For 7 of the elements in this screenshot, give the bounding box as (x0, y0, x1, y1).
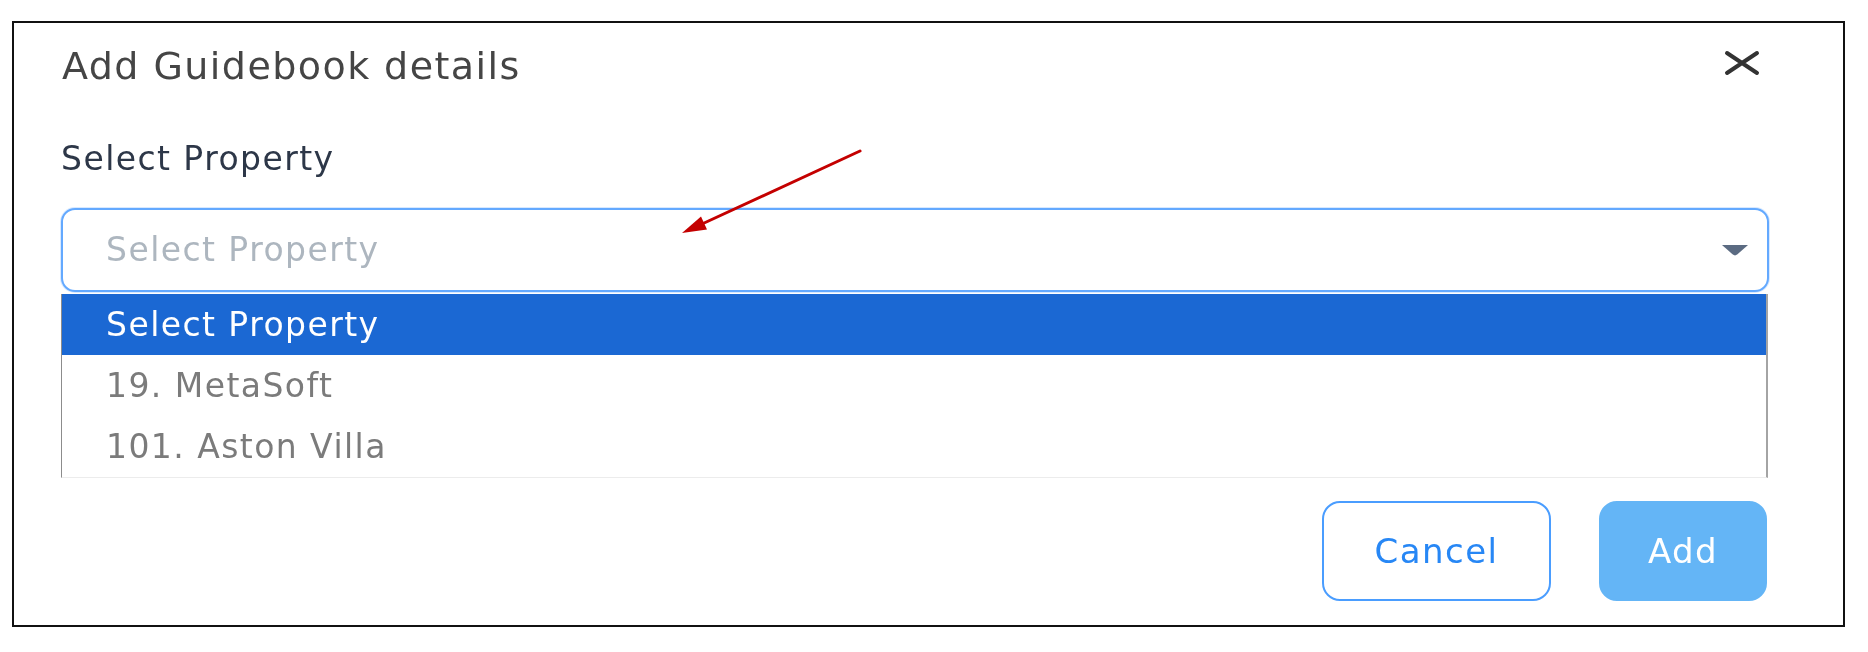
close-icon (1724, 50, 1760, 76)
close-button[interactable] (1724, 50, 1760, 76)
caret-icon (1722, 244, 1748, 256)
dialog-title: Add Guidebook details (62, 43, 521, 90)
field-label: Select Property (61, 139, 335, 179)
dropdown-option[interactable]: Select Property (62, 294, 1766, 355)
cancel-button[interactable]: Cancel (1322, 501, 1551, 601)
